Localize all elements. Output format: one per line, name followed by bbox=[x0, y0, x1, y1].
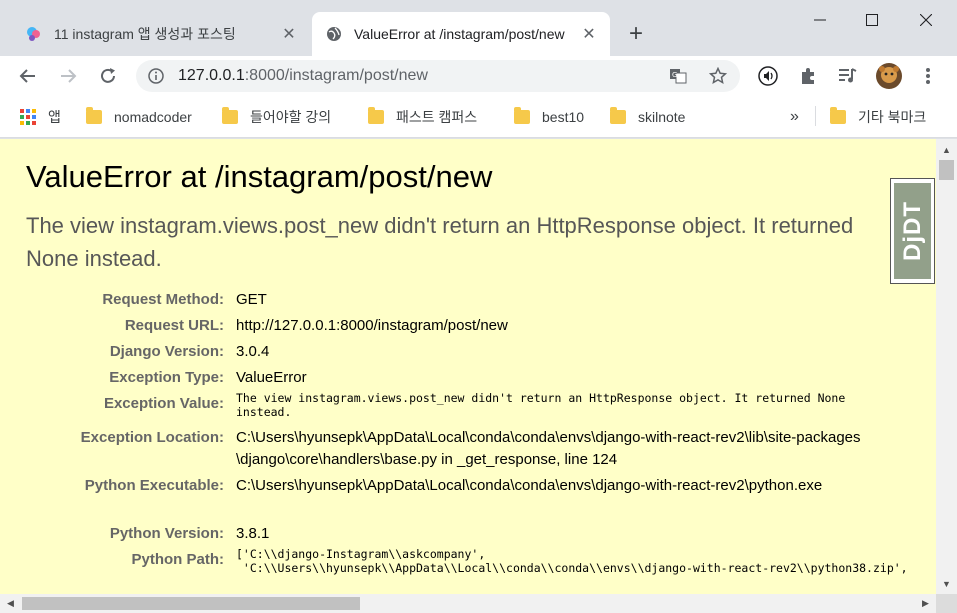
folder-icon bbox=[86, 107, 102, 124]
bookmark-folder-fastcampus[interactable]: 패스트 캠퍼스 bbox=[368, 106, 477, 128]
meta-key: Python Executable: bbox=[84, 477, 224, 494]
apps-grid-icon bbox=[20, 109, 36, 125]
bookmarks-overflow-button[interactable]: » bbox=[790, 106, 799, 128]
meta-key: Python Version: bbox=[109, 525, 224, 542]
browser-toolbar: 127.0.0.1:8000/instagram/post/new G bbox=[0, 56, 957, 96]
error-summary: The view instagram.views.post_new didn't… bbox=[26, 213, 854, 271]
page-viewport: ValueError at /instagram/post/new The vi… bbox=[0, 139, 936, 594]
bookmark-label: 기타 북마크 bbox=[858, 109, 927, 125]
new-tab-button[interactable]: + bbox=[622, 20, 650, 48]
bookmark-folder-skilnote[interactable]: skilnote bbox=[610, 106, 685, 128]
bookmark-label: 패스트 캠퍼스 bbox=[396, 109, 478, 125]
meta-key: Python Path: bbox=[131, 551, 225, 568]
folder-icon bbox=[610, 107, 626, 124]
browser-titlebar: 11 instagram 앱 생성과 포스팅 ✕ ValueError at /… bbox=[0, 0, 957, 56]
tab-instagram-post[interactable]: 11 instagram 앱 생성과 포스팅 ✕ bbox=[12, 12, 310, 56]
url-text[interactable]: 127.0.0.1:8000/instagram/post/new bbox=[178, 67, 428, 85]
djdt-logo: DjDT bbox=[894, 183, 931, 279]
meta-value: C:\Users\hyunsepk\AppData\Local\conda\co… bbox=[236, 477, 823, 494]
address-bar[interactable]: 127.0.0.1:8000/instagram/post/new G bbox=[136, 60, 740, 92]
python-path-value: ['C:\\django-Instagram\\askcompany', 'C:… bbox=[236, 547, 908, 575]
reload-button[interactable] bbox=[92, 60, 124, 92]
back-button[interactable] bbox=[12, 60, 44, 92]
exception-value: The view instagram.views.post_new didn't… bbox=[236, 391, 846, 419]
tab-label: 11 instagram 앱 생성과 포스팅 bbox=[54, 26, 236, 42]
site-info-icon[interactable] bbox=[146, 66, 166, 86]
chrome-menu-icon[interactable] bbox=[916, 64, 940, 88]
scroll-down-arrow-icon[interactable]: ▼ bbox=[936, 575, 957, 592]
bookmark-label: 들어야할 강의 bbox=[250, 109, 332, 125]
bookmark-folder-lectures[interactable]: 들어야할 강의 bbox=[222, 106, 331, 128]
url-path: :8000/instagram/post/new bbox=[244, 67, 428, 84]
extension-audio-icon[interactable] bbox=[756, 64, 780, 88]
vertical-scroll-thumb[interactable] bbox=[939, 160, 954, 180]
app-favicon-icon bbox=[24, 24, 44, 44]
horizontal-scrollbar[interactable]: ◀ ▶ bbox=[0, 594, 936, 613]
globe-icon bbox=[324, 24, 344, 44]
meta-value: C:\Users\hyunsepk\AppData\Local\conda\co… bbox=[236, 429, 861, 468]
bookmark-folder-best10[interactable]: best10 bbox=[514, 106, 584, 128]
django-debug-toolbar-handle[interactable]: DjDT bbox=[890, 178, 935, 284]
extensions-puzzle-icon[interactable] bbox=[796, 64, 820, 88]
error-title: ValueError at /instagram/post/new bbox=[26, 159, 493, 194]
url-host: 127.0.0.1 bbox=[178, 67, 245, 84]
bookmark-folder-nomadcoder[interactable]: nomadcoder bbox=[86, 106, 192, 128]
translate-icon[interactable]: G bbox=[668, 66, 688, 86]
bookmark-folder-other[interactable]: 기타 북마크 bbox=[830, 106, 926, 128]
meta-key: Exception Type: bbox=[109, 369, 224, 386]
bookmark-apps[interactable]: 앱 bbox=[20, 106, 61, 128]
minimize-button[interactable] bbox=[794, 0, 846, 40]
scroll-left-arrow-icon[interactable]: ◀ bbox=[2, 594, 19, 613]
scroll-right-arrow-icon[interactable]: ▶ bbox=[917, 594, 934, 613]
meta-key: Request URL: bbox=[124, 317, 224, 334]
meta-value: 3.0.4 bbox=[236, 343, 270, 360]
folder-icon bbox=[368, 107, 384, 124]
media-queue-icon[interactable] bbox=[836, 64, 860, 88]
meta-key: Exception Location: bbox=[80, 429, 224, 446]
tab-label: ValueError at /instagram/post/new bbox=[354, 26, 565, 42]
folder-icon bbox=[222, 107, 238, 124]
meta-key: Django Version: bbox=[109, 343, 224, 360]
horizontal-scroll-thumb[interactable] bbox=[22, 597, 360, 610]
bookmark-star-icon[interactable] bbox=[708, 66, 728, 86]
meta-key: Request Method: bbox=[102, 291, 224, 308]
bookmarks-bar: 앱 nomadcoder 들어야할 강의 패스트 캠퍼스 best10 skil… bbox=[0, 96, 957, 138]
scrollbar-corner bbox=[936, 594, 957, 613]
bookmark-label: skilnote bbox=[638, 109, 686, 125]
djdt-label: DjDT bbox=[898, 201, 926, 261]
tab-close-icon[interactable]: ✕ bbox=[578, 23, 600, 45]
bookmarks-divider bbox=[815, 106, 816, 126]
folder-icon bbox=[514, 107, 530, 124]
forward-button[interactable] bbox=[52, 60, 84, 92]
bookmark-label: 앱 bbox=[48, 109, 61, 125]
meta-value: 3.8.1 bbox=[236, 525, 270, 542]
meta-value: ValueError bbox=[236, 369, 307, 386]
svg-text:G: G bbox=[672, 71, 677, 79]
close-window-button[interactable] bbox=[900, 0, 952, 40]
bookmark-label: nomadcoder bbox=[114, 109, 192, 125]
maximize-button[interactable] bbox=[846, 0, 898, 40]
bookmark-label: best10 bbox=[542, 109, 585, 125]
meta-value: http://127.0.0.1:8000/instagram/post/new bbox=[236, 317, 508, 334]
scroll-up-arrow-icon[interactable]: ▲ bbox=[936, 141, 957, 158]
profile-avatar-icon[interactable] bbox=[874, 61, 904, 91]
folder-icon bbox=[830, 107, 846, 124]
tab-valueerror[interactable]: ValueError at /instagram/post/new ✕ bbox=[312, 12, 610, 56]
vertical-scrollbar[interactable]: ▲ ▼ bbox=[936, 139, 957, 594]
meta-value: GET bbox=[236, 291, 267, 308]
meta-key: Exception Value: bbox=[103, 395, 224, 412]
tab-close-icon[interactable]: ✕ bbox=[278, 23, 300, 45]
